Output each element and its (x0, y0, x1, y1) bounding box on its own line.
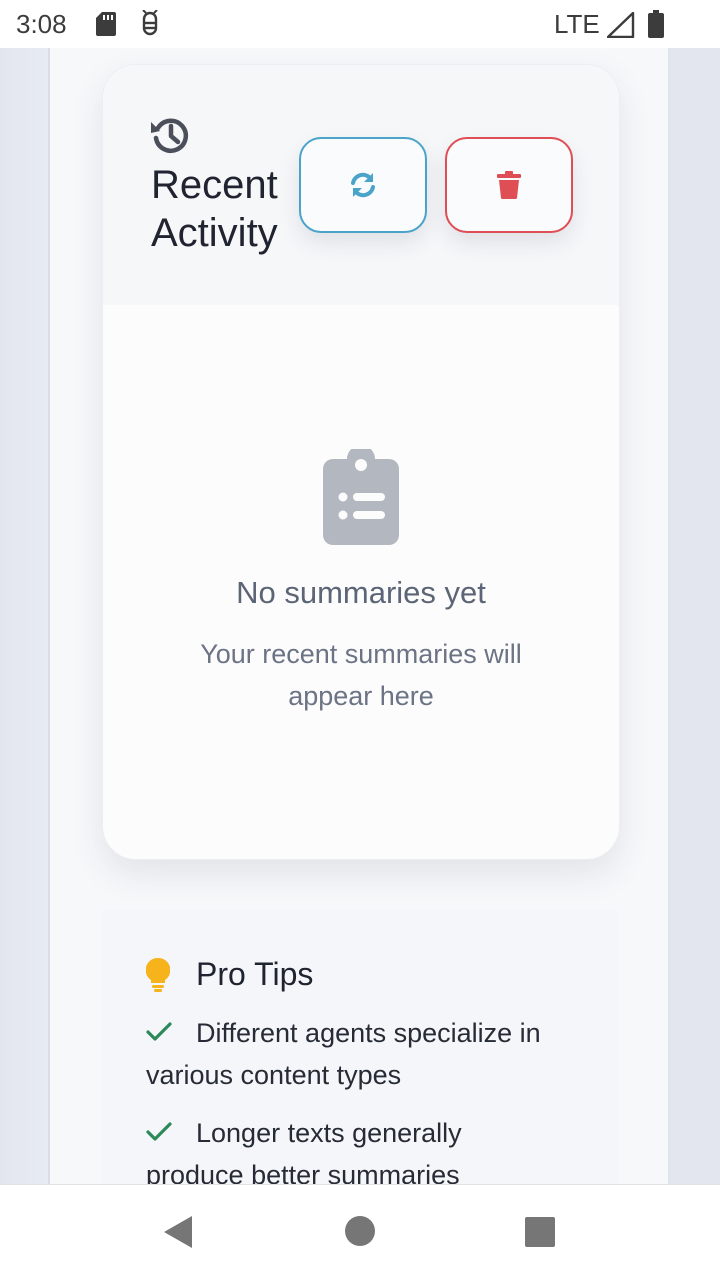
status-bar: 3:08 LTE (0, 0, 720, 48)
trash-icon (497, 171, 521, 199)
panel-edge (48, 48, 50, 1184)
clipboard-list-icon (323, 449, 399, 545)
recent-activity-header: Recent Activity (103, 65, 619, 305)
recents-icon[interactable] (524, 1216, 556, 1248)
panel-edge (668, 48, 670, 1184)
refresh-button[interactable] (299, 137, 427, 233)
network-type: LTE (554, 9, 600, 39)
pro-tips-card: Pro Tips Different agents specialize in … (102, 910, 618, 1184)
tip-text: Different agents specialize in various c… (146, 1018, 541, 1090)
debug-icon (142, 10, 158, 36)
back-icon[interactable] (162, 1215, 194, 1249)
navigation-bar (0, 1184, 720, 1281)
home-icon[interactable] (344, 1215, 376, 1247)
signal-icon (607, 12, 635, 38)
tip-item: Longer texts generally produce better su… (146, 1112, 566, 1184)
history-icon (151, 118, 189, 153)
recent-activity-title: Recent Activity (151, 163, 278, 255)
app-content: Recent Activity No summaries yet Your re… (0, 48, 720, 1184)
empty-state-title: No summaries yet (236, 575, 486, 610)
recent-activity-card: Recent Activity No summaries yet Your re… (102, 64, 620, 860)
check-icon (146, 1022, 172, 1041)
check-icon (146, 1122, 172, 1141)
empty-state-subtitle: Your recent summaries will appear here (200, 639, 522, 711)
refresh-icon (351, 172, 375, 198)
lightbulb-icon (146, 958, 170, 992)
delete-button[interactable] (445, 137, 573, 233)
tip-item: Different agents specialize in various c… (146, 1012, 566, 1096)
sd-card-icon (96, 12, 116, 36)
status-time: 3:08 (16, 9, 67, 39)
battery-icon (648, 10, 664, 38)
pro-tips-title: Pro Tips (196, 956, 314, 992)
tip-text: Longer texts generally produce better su… (146, 1118, 462, 1184)
